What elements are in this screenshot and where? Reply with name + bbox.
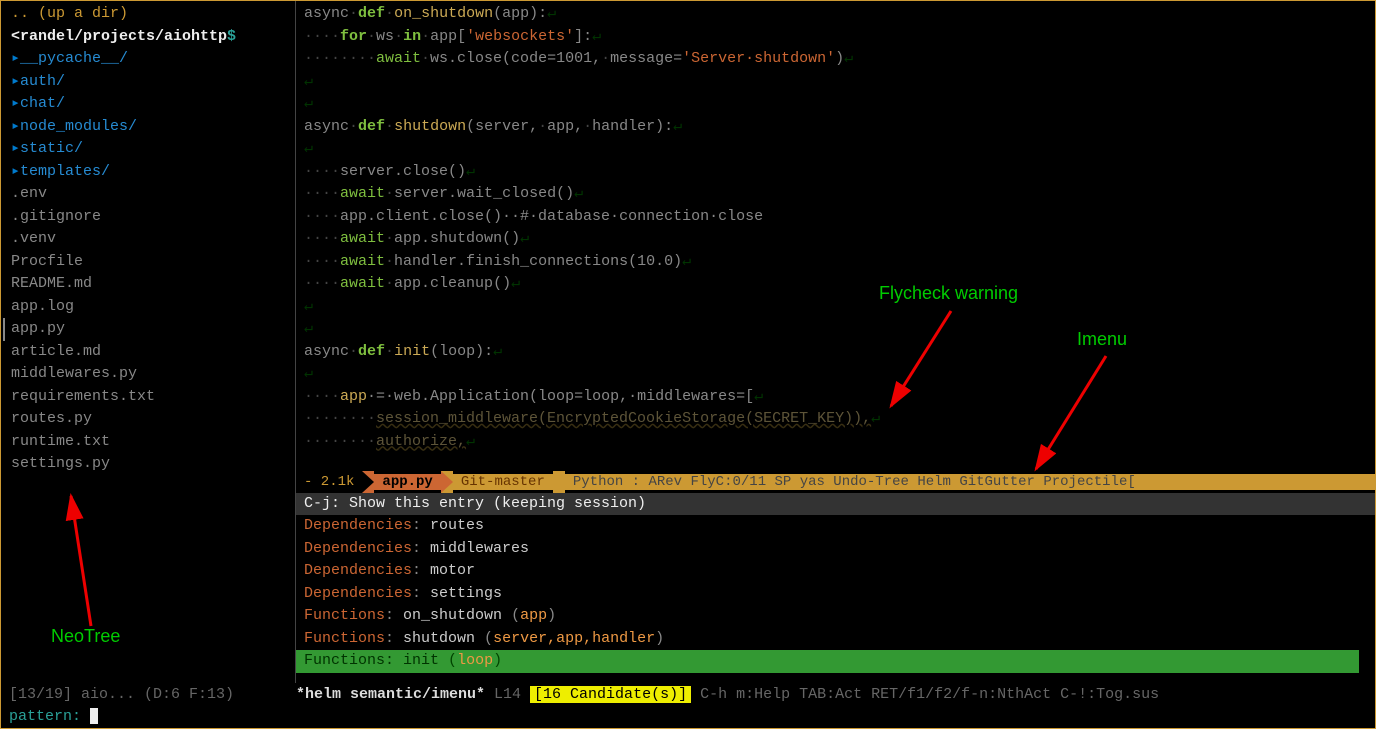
sidebar-file[interactable]: runtime.txt (1, 431, 295, 454)
code-line[interactable]: async·def·on_shutdown(app):↵ (304, 3, 1367, 26)
sidebar-file[interactable]: app.py (3, 318, 295, 341)
modeline-size: - 2.1k (296, 474, 362, 490)
code-line[interactable]: ····app·=·web.Application(loop=loop,·mid… (304, 386, 1367, 409)
modeline: - 2.1k app.py Git-master Python : ARev F… (296, 471, 1375, 493)
code-line[interactable]: ········await·ws.close(code=1001,·messag… (304, 48, 1367, 71)
sidebar-folder[interactable]: ▸auth/ (1, 71, 295, 94)
sidebar-file[interactable]: app.log (1, 296, 295, 319)
helm-candidate-function[interactable]: Functions: init (loop) (296, 650, 1359, 673)
code-line[interactable]: ↵ (304, 363, 1367, 386)
helm-candidate-dependency[interactable]: Dependencies: settings (304, 583, 1367, 606)
sidebar-file[interactable]: .venv (1, 228, 295, 251)
helm-candidate-dependency[interactable]: Dependencies: motor (304, 560, 1367, 583)
modeline-git-branch: Git-master (453, 474, 553, 490)
minibuffer[interactable]: pattern: (1, 706, 1375, 728)
code-line[interactable]: ····await·handler.finish_connections(10.… (304, 251, 1367, 274)
neotree-status: [13/19] aio... (D:6 F:13) (9, 684, 296, 706)
code-line[interactable]: ····await·app.cleanup()↵ (304, 273, 1367, 296)
code-line[interactable]: ····await·server.wait_closed()↵ (304, 183, 1367, 206)
sidebar-updir[interactable]: .. (up a dir) (1, 3, 295, 26)
sidebar-file[interactable]: article.md (1, 341, 295, 364)
sidebar-file[interactable]: .env (1, 183, 295, 206)
sidebar-file[interactable]: README.md (1, 273, 295, 296)
neotree-sidebar: .. (up a dir) <randel/projects/aiohttp$ … (1, 1, 296, 683)
code-line[interactable]: ↵ (304, 93, 1367, 116)
helm-mode-name: *helm semantic/imenu* (296, 686, 485, 703)
modeline-filename: app.py (374, 474, 440, 490)
sidebar-folder[interactable]: ▸node_modules/ (1, 116, 295, 139)
editor-pane: async·def·on_shutdown(app):↵····for·ws·i… (296, 1, 1375, 683)
modeline-minor-modes: Python : ARev FlyC:0/11 SP yas Undo-Tree… (565, 474, 1375, 490)
code-line[interactable]: ········authorize,↵ (304, 431, 1367, 454)
sidebar-folder[interactable]: ▸templates/ (1, 161, 295, 184)
minibuffer-prompt: pattern: (9, 708, 90, 725)
helm-candidate-function[interactable]: Functions: shutdown (server,app,handler) (304, 628, 1367, 651)
code-line[interactable]: async·def·shutdown(server,·app,·handler)… (304, 116, 1367, 139)
code-line[interactable]: ····for·ws·in·app['websockets']:↵ (304, 26, 1367, 49)
helm-candidate-function[interactable]: Functions: on_shutdown (app) (304, 605, 1367, 628)
helm-header: C-j: Show this entry (keeping session) (296, 493, 1375, 515)
helm-candidate-dependency[interactable]: Dependencies: middlewares (304, 538, 1367, 561)
sidebar-file[interactable]: middlewares.py (1, 363, 295, 386)
cursor (90, 708, 98, 724)
code-line[interactable]: ↵ (304, 296, 1367, 319)
code-line[interactable]: ↵ (304, 138, 1367, 161)
sidebar-folder[interactable]: ▸static/ (1, 138, 295, 161)
code-line[interactable]: ····server.close()↵ (304, 161, 1367, 184)
code-line[interactable]: ····app.client.close()··#·database·conne… (304, 206, 1367, 229)
code-line[interactable]: ········session_middleware(EncryptedCook… (304, 408, 1367, 431)
code-line[interactable]: async·def·init(loop):↵ (304, 341, 1367, 364)
status-bar: [13/19] aio... (D:6 F:13) *helm semantic… (1, 684, 1375, 706)
code-line[interactable]: ↵ (304, 318, 1367, 341)
sidebar-file[interactable]: settings.py (1, 453, 295, 476)
helm-candidates[interactable]: Dependencies: routesDependencies: middle… (296, 515, 1375, 673)
sidebar-folder[interactable]: ▸__pycache__/ (1, 48, 295, 71)
code-line[interactable]: ↵ (304, 71, 1367, 94)
helm-candidate-count: [16 Candidate(s)] (530, 686, 691, 703)
sidebar-file[interactable]: requirements.txt (1, 386, 295, 409)
helm-help-hints: C-h m:Help TAB:Act RET/f1/f2/f-n:NthAct … (691, 686, 1159, 703)
sidebar-path: <randel/projects/aiohttp$ (1, 26, 295, 49)
helm-candidate-dependency[interactable]: Dependencies: routes (304, 515, 1367, 538)
code-line[interactable]: ····await·app.shutdown()↵ (304, 228, 1367, 251)
sidebar-file[interactable]: Procfile (1, 251, 295, 274)
sidebar-file[interactable]: routes.py (1, 408, 295, 431)
code-area[interactable]: async·def·on_shutdown(app):↵····for·ws·i… (296, 1, 1375, 471)
sidebar-folder[interactable]: ▸chat/ (1, 93, 295, 116)
sidebar-file[interactable]: .gitignore (1, 206, 295, 229)
